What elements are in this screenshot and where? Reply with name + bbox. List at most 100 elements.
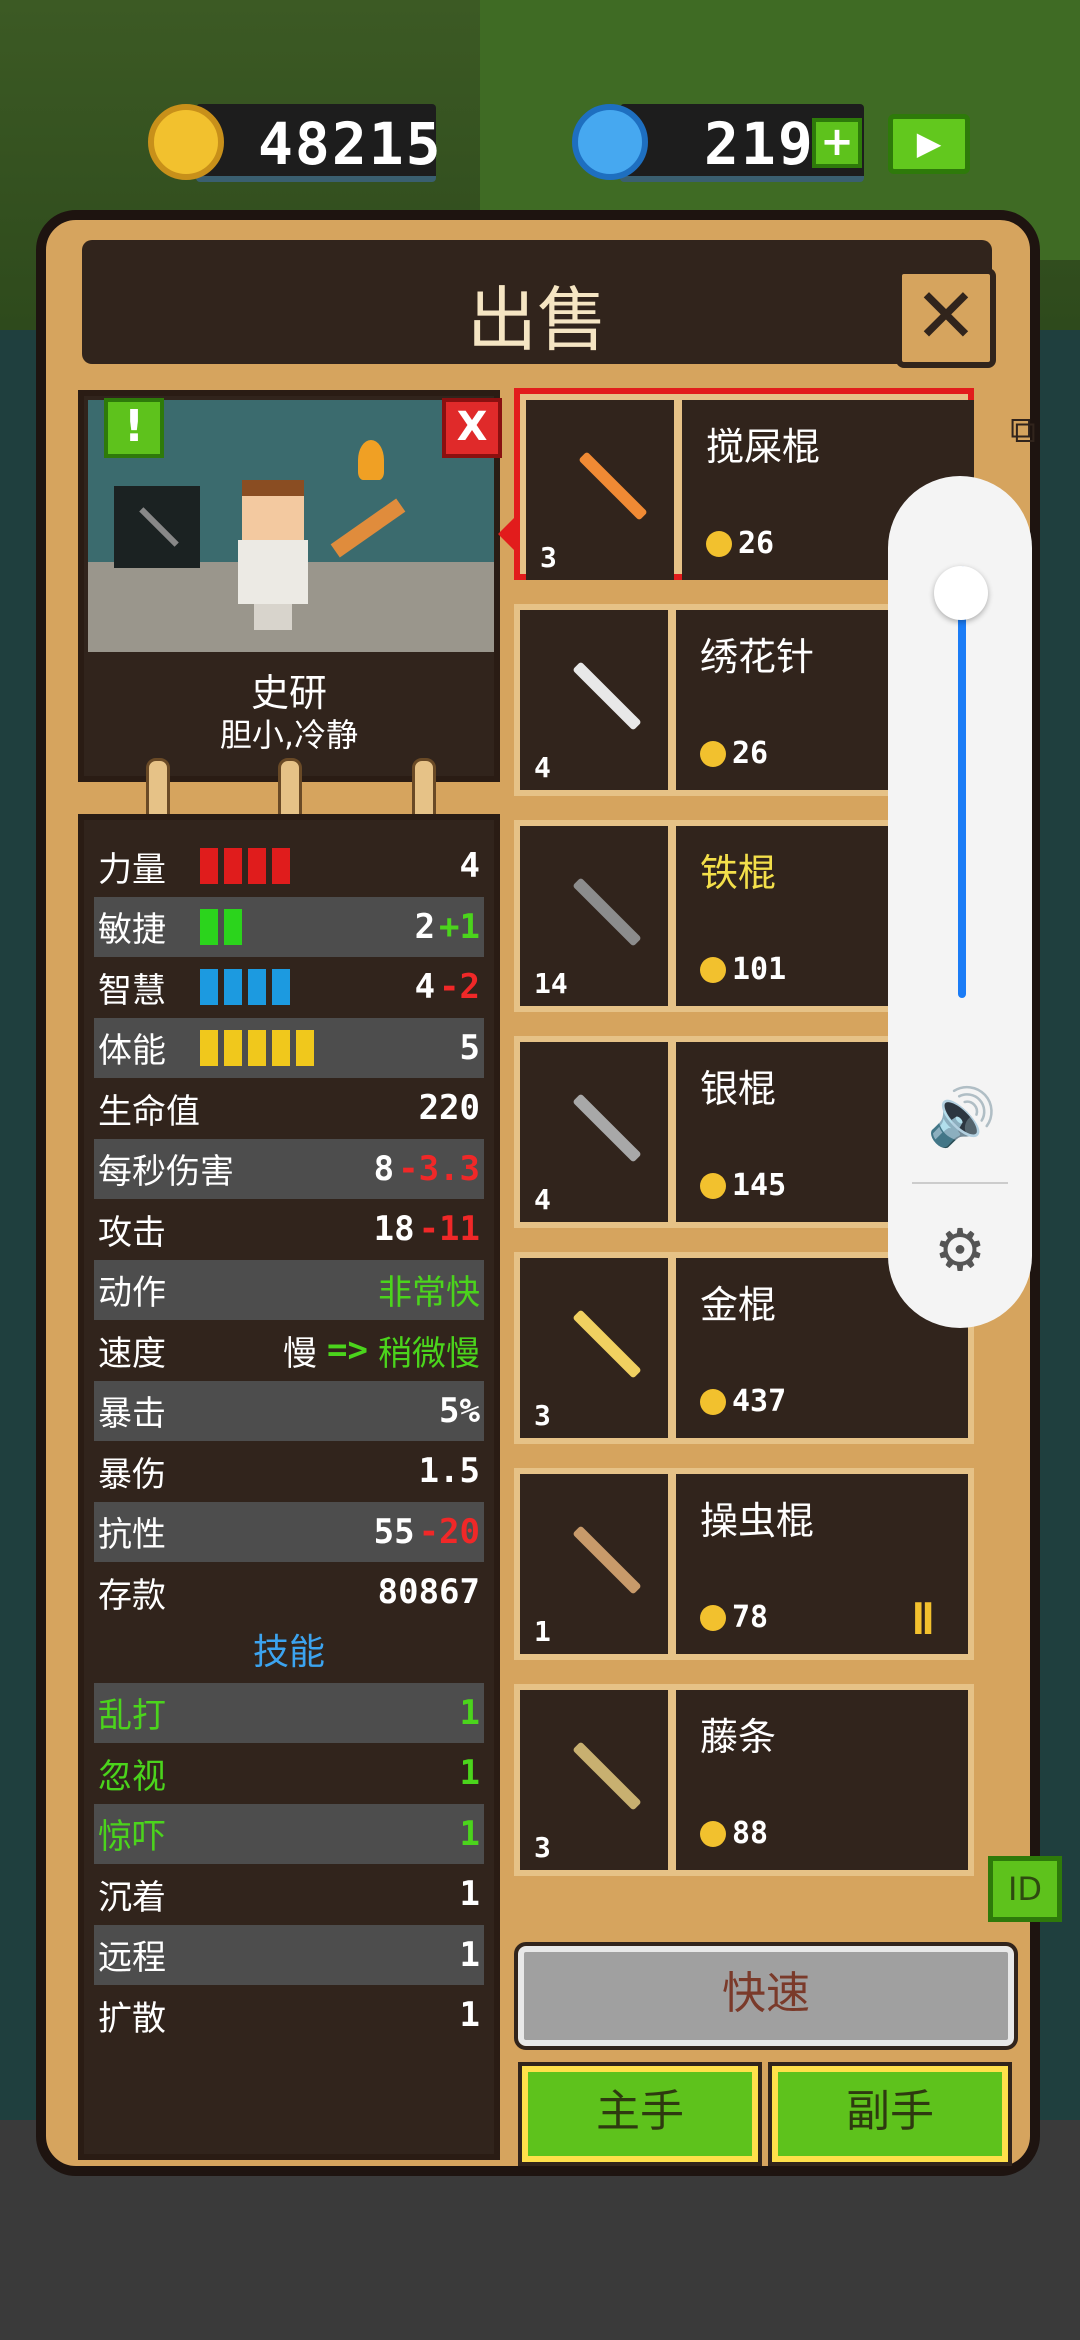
item-price: 88: [700, 1816, 768, 1851]
stat-bar-segment: [272, 969, 290, 1005]
coin-icon: [706, 530, 732, 557]
stat-label: 速度: [98, 1333, 166, 1374]
skewer-weapon-icon: [330, 498, 406, 558]
skill-level: 1: [459, 1753, 480, 1794]
stat-value: 2: [414, 906, 436, 947]
stat-value: 4: [414, 967, 436, 1008]
stat-modifier: +1: [439, 906, 480, 947]
item-price: 437: [700, 1384, 786, 1419]
stat-value-group: 5%: [439, 1391, 480, 1431]
stat-label: 存款: [98, 1575, 166, 1616]
volume-slider-knob[interactable]: [934, 565, 988, 620]
stat-bar-segment: [200, 1029, 218, 1066]
close-button[interactable]: ✕: [896, 268, 996, 368]
stat-row: 存款 80867: [94, 1562, 484, 1623]
stat-bar-segment: [200, 848, 218, 884]
volume-slider-track[interactable]: [958, 566, 966, 998]
stat-label: 攻击: [98, 1212, 166, 1253]
skill-label: 远程: [98, 1938, 166, 1979]
off-hand-button[interactable]: 副手: [768, 2062, 1012, 2166]
stat-bar-segment: [200, 908, 218, 945]
title-bar: 出售: [82, 240, 992, 364]
stat-bar-segment: [248, 969, 266, 1005]
item-quantity: 3: [534, 1399, 551, 1432]
stat-label: 动作: [98, 1273, 166, 1314]
item-name: 绣花针: [700, 635, 815, 679]
item-price: 26: [700, 736, 768, 771]
dismiss-badge[interactable]: X: [442, 398, 502, 458]
stat-bar-segment: [248, 1029, 266, 1066]
item-image: 3: [520, 1690, 668, 1870]
torch-icon: [358, 440, 384, 480]
gem-amount: 219: [704, 110, 815, 178]
coin-icon: [700, 1820, 726, 1847]
add-gems-button[interactable]: +: [812, 118, 862, 168]
stat-bar-segment: [224, 969, 242, 1005]
item-name: 操虫棍: [700, 1499, 815, 1543]
stat-row: 速度 慢 => 稍微慢: [94, 1320, 484, 1381]
stat-value: 5%: [439, 1390, 480, 1431]
close-icon: ✕: [914, 271, 978, 360]
video-reward-button[interactable]: ▶: [888, 114, 970, 174]
character-shirt: [238, 540, 308, 604]
stat-label: 力量: [98, 849, 166, 890]
sort-icon[interactable]: ⧉: [996, 410, 1050, 470]
stat-bar-segment: [224, 1029, 242, 1066]
coin-amount: 48215: [258, 110, 443, 178]
speaker-icon[interactable]: 🔊: [924, 1084, 1000, 1150]
character-card[interactable]: ! X 史研 胆小,冷静: [78, 390, 502, 782]
stat-value-group: 18 -11: [374, 1209, 480, 1249]
main-hand-button[interactable]: 主手: [518, 2062, 762, 2166]
stat-bar-segment: [248, 848, 266, 884]
volume-overlay: 🔊 ⚙: [888, 476, 1032, 1328]
stat-row: 体能 5: [94, 1017, 484, 1078]
stat-label: 暴击: [98, 1394, 166, 1435]
item-quantity: 3: [534, 1831, 551, 1864]
item-quantity: 4: [534, 1183, 551, 1216]
fast-sell-button[interactable]: 快速: [514, 1942, 1018, 2050]
item-price: 26: [706, 526, 774, 561]
stat-bars: [200, 908, 242, 945]
stat-label: 暴伤: [98, 1454, 166, 1495]
character-traits: 胆小,冷静: [219, 716, 359, 754]
item-info: 藤条 88: [676, 1690, 968, 1870]
stat-bars: [200, 848, 290, 884]
peg-row: [78, 758, 500, 828]
skill-level: 1: [459, 1995, 480, 2036]
item-price: 78: [700, 1600, 768, 1635]
skill-label: 乱打: [98, 1696, 166, 1737]
skill-level: 1: [459, 1874, 480, 1915]
stat-value-group: 5: [460, 1028, 480, 1068]
iron-stick-icon: [572, 877, 642, 947]
item-price-value: 437: [732, 1384, 787, 1419]
skill-label: 扩散: [98, 1998, 166, 2039]
stat-bar-segment: [296, 1029, 314, 1066]
id-toggle-button[interactable]: ID: [988, 1856, 1062, 1922]
stat-value: 4: [459, 846, 480, 887]
stat-modifier: -20: [418, 1511, 480, 1552]
stat-value: 慢: [283, 1333, 318, 1374]
selection-arrow: [498, 512, 520, 556]
item-quantity: 1: [534, 1615, 551, 1648]
stat-value-group: 2 +1: [415, 907, 480, 947]
item-name: 铁棍: [700, 851, 777, 895]
stat-row: 暴击 5%: [94, 1380, 484, 1441]
stat-value-group: 4 -2: [415, 967, 480, 1007]
gear-icon[interactable]: ⚙: [928, 1218, 992, 1282]
stat-value-group: 55 -20: [374, 1512, 480, 1552]
item-image: 3: [526, 400, 674, 580]
skill-row: 远程 1: [94, 1924, 484, 1985]
stat-modifier: -11: [418, 1209, 480, 1250]
item-card[interactable]: 1 操虫棍 78 ǁ: [514, 1468, 974, 1660]
dialog-title: 出售: [467, 279, 607, 361]
item-price-value: 26: [738, 526, 775, 561]
item-price-value: 88: [732, 1816, 769, 1851]
alert-badge[interactable]: !: [104, 398, 164, 458]
item-card[interactable]: 3 藤条 88: [514, 1684, 974, 1876]
stat-row: 暴伤 1.5: [94, 1441, 484, 1502]
skill-label: 惊吓: [98, 1817, 166, 1858]
item-name: 银棍: [700, 1067, 777, 1111]
stat-modifier: -3.3: [398, 1148, 480, 1189]
stat-value-group: 220: [419, 1088, 480, 1128]
item-image: 14: [520, 826, 668, 1006]
